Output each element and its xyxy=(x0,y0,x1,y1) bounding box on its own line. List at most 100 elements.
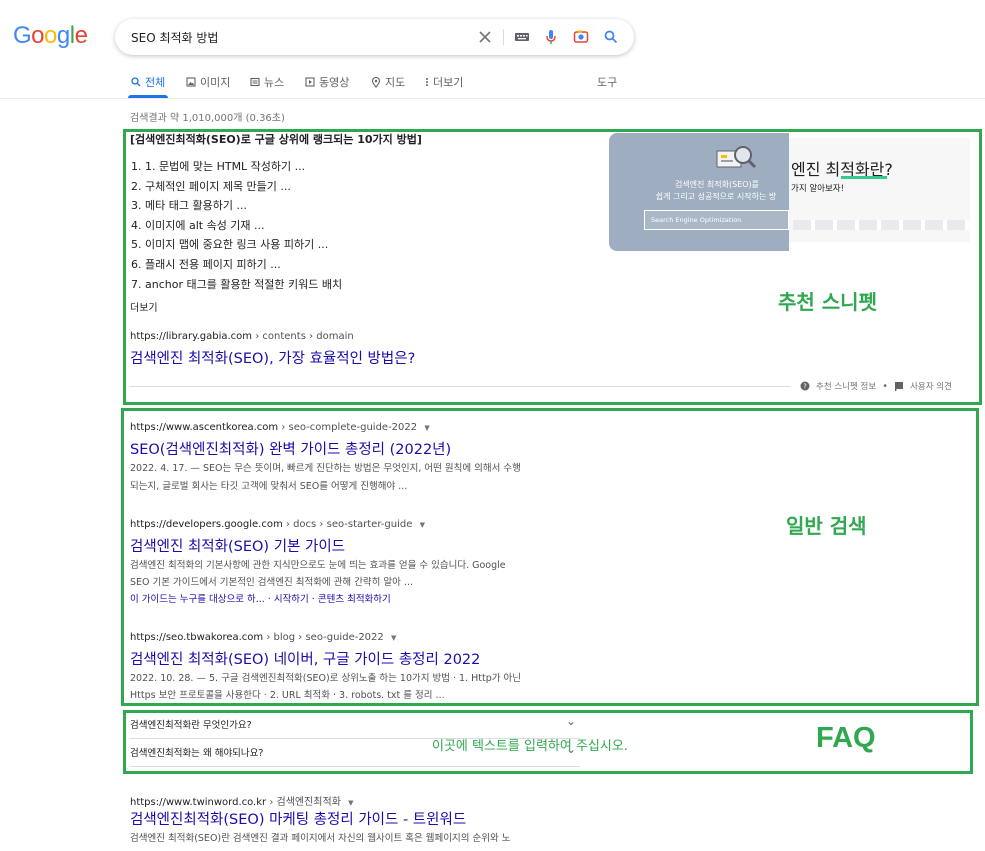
caret-down-icon[interactable]: ▼ xyxy=(391,634,396,642)
result-title-link[interactable]: 검색엔진 최적화(SEO) 기본 가이드 xyxy=(130,535,345,556)
result-title-link[interactable]: 검색엔진최적화(SEO) 마케팅 총정리 가이드 - 트윈워드 xyxy=(130,808,466,829)
tools-button[interactable]: 도구 xyxy=(597,74,617,90)
logo-letter: o xyxy=(31,22,45,49)
tab-maps[interactable]: 지도 xyxy=(371,74,405,90)
header-divider xyxy=(0,98,985,99)
featured-image-1[interactable]: 검색엔진 최적화(SEO)를 쉽게 그리고 성공적으로 시작하는 방 Searc… xyxy=(609,133,789,251)
result-snippet: Https 보안 프로토콜을 사용한다 · 2. URL 최적화 · 3. ro… xyxy=(130,690,445,701)
url-domain: https://library.gabia.com xyxy=(130,331,253,342)
url-breadcrumb: › docs › seo-starter-guide xyxy=(282,519,413,530)
search-box[interactable]: SEO 최적화 방법 xyxy=(115,19,634,55)
svg-text:?: ? xyxy=(803,383,807,391)
list-item: 7. anchor 태그를 활용한 적절한 키워드 배치 xyxy=(131,277,343,291)
list-item: 2. 구체적인 페이지 제목 만들기 ... xyxy=(131,179,291,193)
result-url[interactable]: https://www.twinword.co.kr › 검색엔진최적화 ▼ xyxy=(130,793,353,808)
result-snippet: 되는지, 글로벌 회사는 타깃 고객에 맞춰서 SEO를 어떻게 진행해야 ..… xyxy=(130,481,408,492)
chevron-down-icon[interactable]: ⌄ xyxy=(566,714,576,728)
clear-icon[interactable] xyxy=(475,27,495,47)
search-icon[interactable] xyxy=(601,27,621,47)
list-item: 6. 플래시 전용 페이지 피하기 ... xyxy=(131,257,281,271)
result-url[interactable]: https://library.gabia.com › contents › d… xyxy=(130,331,354,342)
caret-down-icon[interactable]: ▼ xyxy=(348,799,353,807)
video-icon xyxy=(305,77,315,87)
keyboard-icon[interactable] xyxy=(512,27,532,47)
annotation-text: 일반 검색 xyxy=(786,514,867,538)
tab-images[interactable]: 이미지 xyxy=(186,74,230,90)
url-breadcrumb: › seo-complete-guide-2022 xyxy=(278,422,418,433)
faq-question[interactable]: 검색엔진최적화란 무엇인가요? ⌄ xyxy=(130,714,580,731)
image-caption: 검색엔진 최적화(SEO)를 xyxy=(674,180,760,189)
result-snippet: 2022. 4. 17. — SEO는 무슨 뜻이며, 빠르게 진단하는 방법은… xyxy=(130,463,521,474)
logo-letter: e xyxy=(74,22,88,49)
url-domain: https://seo.tbwakorea.com xyxy=(130,632,264,643)
url-domain: https://www.twinword.co.kr xyxy=(130,797,267,808)
result-title-link[interactable]: 검색엔진 최적화(SEO) 네이버, 구글 가이드 총정리 2022 xyxy=(130,648,480,669)
image-input-text: Search Engine Optimization xyxy=(651,216,742,224)
logo-letter: G xyxy=(13,22,32,49)
magnifier-illustration-icon xyxy=(716,146,757,169)
tag-row xyxy=(793,220,969,230)
search-input[interactable]: SEO 최적화 방법 xyxy=(131,29,218,46)
caret-down-icon[interactable]: ▼ xyxy=(420,521,425,529)
tab-all[interactable]: 전체 xyxy=(131,74,165,90)
more-link[interactable]: 더보기 xyxy=(130,299,158,314)
list-item: 5. 이미지 맵에 중요한 링크 사용 피하기 ... xyxy=(131,238,329,252)
tab-more[interactable]: 더보기 xyxy=(425,74,463,90)
list-item: 4. 이미지에 alt 속성 기재 ... xyxy=(131,218,265,232)
featured-snippet-footer: ? 추천 스니펫 정보 • 사용자 의견 xyxy=(800,380,952,392)
map-pin-icon xyxy=(371,76,381,88)
organic-annotation-label: 일반 검색 xyxy=(786,510,867,539)
image-icon xyxy=(186,77,196,87)
caret-down-icon[interactable]: ▼ xyxy=(424,424,429,432)
result-title-link[interactable]: SEO(검색엔진최적화) 완벽 가이드 총정리 (2022년) xyxy=(130,438,451,459)
microphone-icon[interactable] xyxy=(541,27,561,47)
tab-label: 전체 xyxy=(145,76,166,89)
tab-news[interactable]: 뉴스 xyxy=(250,74,284,90)
result-snippet: SEO 기본 가이드에서 기본적인 검색엔진 최적화에 관해 간략히 알아 ..… xyxy=(130,577,413,588)
result-url[interactable]: https://developers.google.com › docs › s… xyxy=(130,519,425,530)
highlight-bar xyxy=(841,176,887,179)
divider xyxy=(130,766,580,767)
result-url[interactable]: https://seo.tbwakorea.com › blog › seo-g… xyxy=(130,632,396,643)
sitelinks[interactable]: 이 가이드는 누구를 대상으로 하... · 시작하기 · 콘텐츠 최적화하기 xyxy=(130,591,391,608)
snippet-annotation-label: 추천 스니펫 xyxy=(778,286,877,315)
divider xyxy=(503,29,504,45)
tab-label: 동영상 xyxy=(319,76,350,89)
tab-videos[interactable]: 동영상 xyxy=(305,74,349,90)
url-breadcrumb: › contents › domain xyxy=(252,331,354,342)
tab-label: 지도 xyxy=(385,76,406,89)
result-stats: 검색결과 약 1,010,000개 (0.36초) xyxy=(130,113,285,124)
tab-label: 더보기 xyxy=(433,76,464,89)
help-icon[interactable]: ? xyxy=(800,381,810,391)
image-caption: 쉽게 그리고 성공적으로 시작하는 방 xyxy=(655,192,777,201)
result-url[interactable]: https://www.ascentkorea.com › seo-comple… xyxy=(130,422,430,433)
divider xyxy=(130,386,790,387)
tools-label: 도구 xyxy=(597,76,618,89)
result-title-link[interactable]: 검색엔진 최적화(SEO), 가장 효율적인 방법은? xyxy=(130,347,415,368)
logo-letter: g xyxy=(56,22,70,49)
url-breadcrumb: › 검색엔진최적화 xyxy=(266,797,341,808)
annotation-text: 추천 스니펫 xyxy=(778,290,877,314)
result-snippet: 2022. 10. 28. — 5. 구글 검색엔진최적화(SEO)로 상위노출… xyxy=(130,673,521,684)
featured-image-2[interactable]: 엔진 최적화란? 가지 알아보자! xyxy=(789,138,970,242)
feedback-flag-icon[interactable] xyxy=(894,381,904,391)
feedback-link[interactable]: 사용자 의견 xyxy=(910,380,952,392)
result-snippet: 검색엔진 최적화의 기본사항에 관한 지식만으로도 눈에 띄는 효과를 얻을 수… xyxy=(130,560,506,571)
faq-question-text: 검색엔진최적화란 무엇인가요? xyxy=(130,720,252,731)
google-logo[interactable]: Google xyxy=(13,22,88,50)
about-snippets-link[interactable]: 추천 스니펫 정보 xyxy=(816,380,876,392)
placeholder-text[interactable]: 이곳에 텍스트를 입력하여 주십시오. xyxy=(432,735,628,754)
separator-dot: • xyxy=(882,380,889,392)
result-snippet: 검색엔진 최적화(SEO)란 검색엔진 결과 페이지에서 자신의 웹사이트 혹은… xyxy=(130,833,511,844)
logo-letter: o xyxy=(44,22,57,49)
featured-snippet-list: 1. 1. 문법에 맞는 HTML 작성하기 ... 2. 구체적인 페이지 제… xyxy=(131,157,342,294)
faq-question-text: 검색엔진최적화는 왜 해야되나요? xyxy=(130,748,264,759)
url-breadcrumb: › blog › seo-guide-2022 xyxy=(263,632,384,643)
tab-label: 뉴스 xyxy=(264,76,285,89)
url-domain: https://developers.google.com xyxy=(130,519,283,530)
image-search-field: Search Engine Optimization xyxy=(644,210,789,230)
news-icon xyxy=(250,77,260,87)
url-domain: https://www.ascentkorea.com xyxy=(130,422,279,433)
list-item: 3. 메타 태그 활용하기 ... xyxy=(131,199,247,213)
camera-lens-icon[interactable] xyxy=(571,27,591,47)
